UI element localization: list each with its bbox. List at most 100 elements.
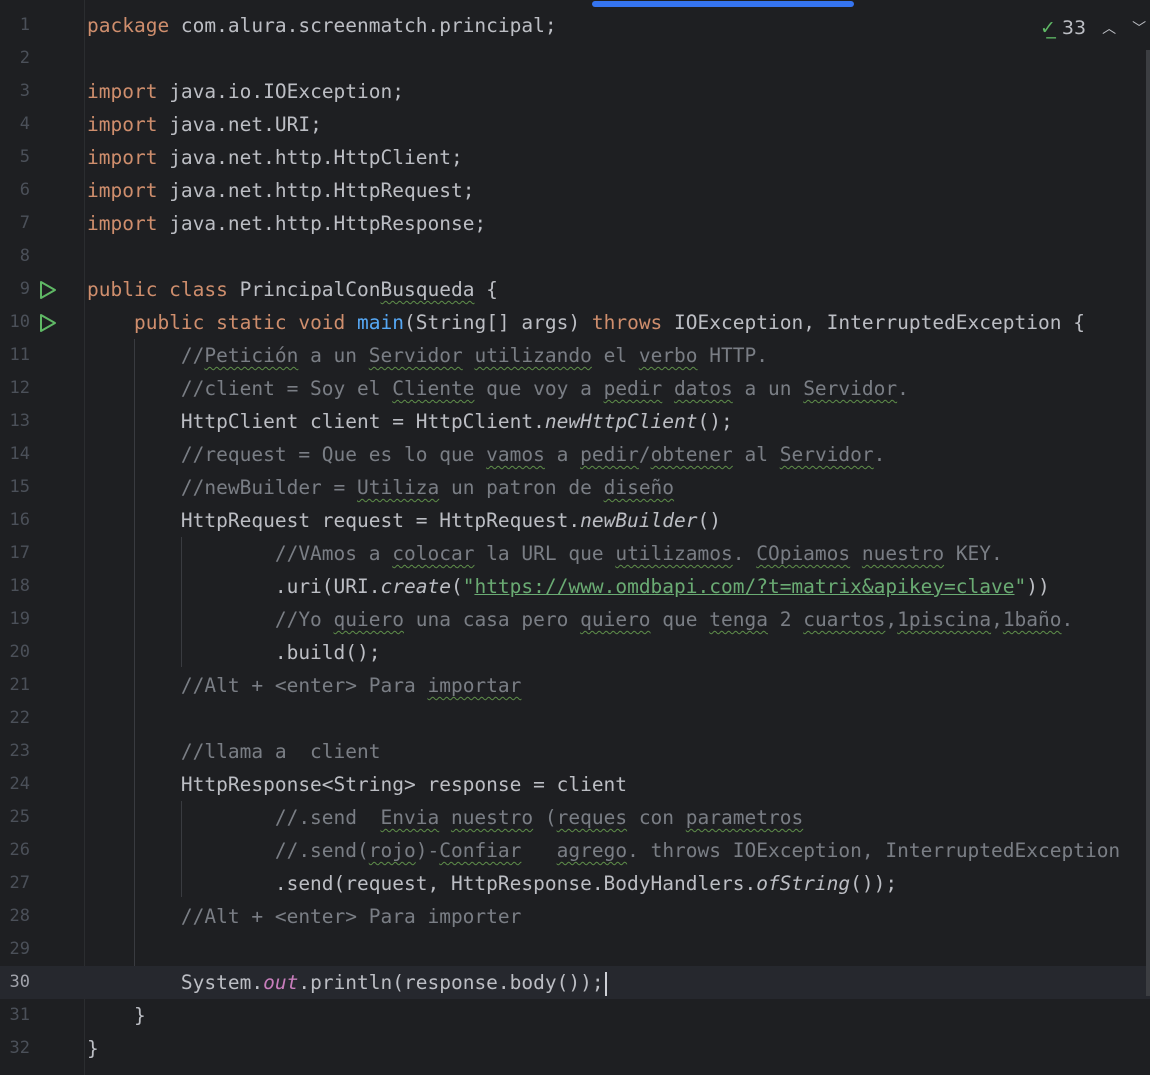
code-token: obtener: [650, 443, 733, 466]
code-token: HttpClient client = HttpClient.: [87, 410, 545, 433]
code-line[interactable]: 31 }: [0, 999, 1150, 1032]
text-caret: [604, 971, 607, 996]
code-line[interactable]: 12 //client = Soy el Cliente que voy a p…: [0, 372, 1150, 405]
code-line[interactable]: 18 .uri(URI.create("https://www.omdbapi.…: [0, 570, 1150, 603]
code-token: .uri(URI.: [87, 575, 381, 598]
code-line[interactable]: 3 import java.io.IOException;: [0, 75, 1150, 108]
code-line[interactable]: 29: [0, 933, 1150, 966]
code-line[interactable]: 6 import java.net.http.HttpRequest;: [0, 174, 1150, 207]
code-token: ());: [850, 872, 898, 895]
code-line[interactable]: 19 //Yo quiero una casa pero quiero que …: [0, 603, 1150, 636]
code-token: package: [87, 14, 170, 37]
check-double-icon: ✓̲: [1040, 17, 1056, 39]
code-text: public class PrincipalConBusqueda {: [87, 273, 498, 306]
code-token: java.net.http.HttpResponse;: [157, 212, 487, 235]
code-line[interactable]: 16 HttpRequest request = HttpRequest.new…: [0, 504, 1150, 537]
code-token: a un: [298, 344, 369, 367]
code-token: ,: [885, 608, 898, 631]
code-token: ();: [697, 410, 733, 433]
code-text: //VAmos a colocar la URL que utilizamos.…: [87, 537, 1003, 570]
code-token: (): [697, 509, 721, 532]
code-token: HTTP.: [697, 344, 768, 367]
code-text: //Alt + <enter> Para importer: [87, 900, 521, 933]
code-token: //Alt + <enter> Para: [87, 674, 428, 697]
code-text: import java.net.http.HttpResponse;: [87, 207, 486, 240]
code-text: HttpClient client = HttpClient.newHttpCl…: [87, 405, 733, 438]
code-editor[interactable]: 1 package com.alura.screenmatch.principal…: [0, 0, 1150, 1075]
line-number: 8: [19, 246, 30, 266]
line-number: 6: [19, 180, 30, 200]
code-line[interactable]: 25 //.send Envia nuestro (reques con par…: [0, 801, 1150, 834]
line-number: 3: [19, 81, 30, 101]
run-gutter-icon[interactable]: [38, 280, 58, 300]
code-token: nuestro: [450, 806, 534, 829]
code-token: .: [873, 443, 886, 466]
code-token: Cliente: [392, 377, 475, 400]
code-line[interactable]: 14 //request = Que es lo que vamos a ped…: [0, 438, 1150, 471]
code-text: import java.io.IOException;: [87, 75, 404, 108]
horizontal-scrollbar-thumb[interactable]: [592, 1, 854, 7]
code-line[interactable]: 32}: [0, 1032, 1150, 1065]
inspection-widget[interactable]: ✓̲ 33 ︿ ﹀: [1040, 14, 1146, 42]
code-token: con: [627, 806, 686, 829]
code-token: rojo: [368, 839, 416, 862]
code-token: una casa pero: [404, 608, 581, 631]
code-line[interactable]: 4 import java.net.URI;: [0, 108, 1150, 141]
code-token: create: [380, 575, 451, 598]
code-line[interactable]: 20 .build();: [0, 636, 1150, 669]
code-line[interactable]: 1 package com.alura.screenmatch.principal…: [0, 9, 1150, 42]
code-token: tenga: [709, 608, 768, 631]
code-token: nuestro: [861, 542, 945, 565]
code-token: com.alura.screenmatch.principal;: [169, 14, 557, 37]
line-number: 32: [9, 1038, 30, 1058]
code-token: https://www.omdbapi.com/?t=matrix&apikey…: [474, 575, 1015, 598]
horizontal-scrollbar[interactable]: [0, 0, 1150, 8]
line-number: 28: [9, 906, 30, 926]
code-line[interactable]: 28 //Alt + <enter> Para importer: [0, 900, 1150, 933]
line-number: 7: [19, 213, 30, 233]
chevron-down-icon[interactable]: ﹀: [1132, 18, 1146, 38]
line-number: 10: [9, 312, 30, 332]
code-token: )-: [415, 839, 440, 862]
code-token: el: [591, 344, 639, 367]
code-token: java.net.http.HttpRequest;: [157, 179, 475, 202]
code-line[interactable]: 5 import java.net.http.HttpClient;: [0, 141, 1150, 174]
code-text: //Yo quiero una casa pero quiero que ten…: [87, 603, 1073, 636]
code-line[interactable]: 21 //Alt + <enter> Para importar: [0, 669, 1150, 702]
code-line[interactable]: 13 HttpClient client = HttpClient.newHtt…: [0, 405, 1150, 438]
code-line[interactable]: 8: [0, 240, 1150, 273]
code-token: Confiar: [439, 839, 522, 862]
line-number: 29: [9, 939, 30, 959]
code-line[interactable]: 26 //.send(rojo)-Confiar agrego. throws …: [0, 834, 1150, 867]
code-token: a: [544, 443, 581, 466]
code-line[interactable]: 2: [0, 42, 1150, 75]
code-line[interactable]: 17 //VAmos a colocar la URL que utilizam…: [0, 537, 1150, 570]
chevron-up-icon[interactable]: ︿: [1102, 18, 1116, 38]
code-line[interactable]: 11 //Petición a un Servidor utilizando e…: [0, 339, 1150, 372]
code-token: .println(response.body());: [298, 971, 604, 994]
code-line[interactable]: 22: [0, 702, 1150, 735]
code-token: }: [87, 1004, 146, 1027]
code-token: que voy a: [474, 377, 604, 400]
code-token: . throws IOException, InterruptedExcepti…: [627, 839, 1121, 862]
code-line[interactable]: 27 .send(request, HttpResponse.BodyHandl…: [0, 867, 1150, 900]
code-line[interactable]: 23 //llama a client: [0, 735, 1150, 768]
line-number: 18: [9, 576, 30, 596]
run-gutter-icon[interactable]: [38, 313, 58, 333]
code-line[interactable]: 15 //newBuilder = Utiliza un patron de d…: [0, 471, 1150, 504]
code-line[interactable]: 9 public class PrincipalConBusqueda {: [0, 273, 1150, 306]
code-token: //request = Que es lo que: [87, 443, 487, 466]
code-line[interactable]: 7 import java.net.http.HttpResponse;: [0, 207, 1150, 240]
code-line[interactable]: 10 public static void main(String[] args…: [0, 306, 1150, 339]
line-number: 20: [9, 642, 30, 662]
line-number: 25: [9, 807, 30, 827]
code-line[interactable]: 24 HttpResponse<String> response = clien…: [0, 768, 1150, 801]
line-number: 14: [9, 444, 30, 464]
code-token: import: [87, 179, 158, 202]
code-line[interactable]: 30 System.out.println(response.body());: [0, 966, 1150, 999]
vertical-scrollbar[interactable]: [1146, 50, 1150, 996]
code-token: HttpResponse<String> response = client: [87, 773, 628, 796]
code-token: import: [87, 212, 158, 235]
